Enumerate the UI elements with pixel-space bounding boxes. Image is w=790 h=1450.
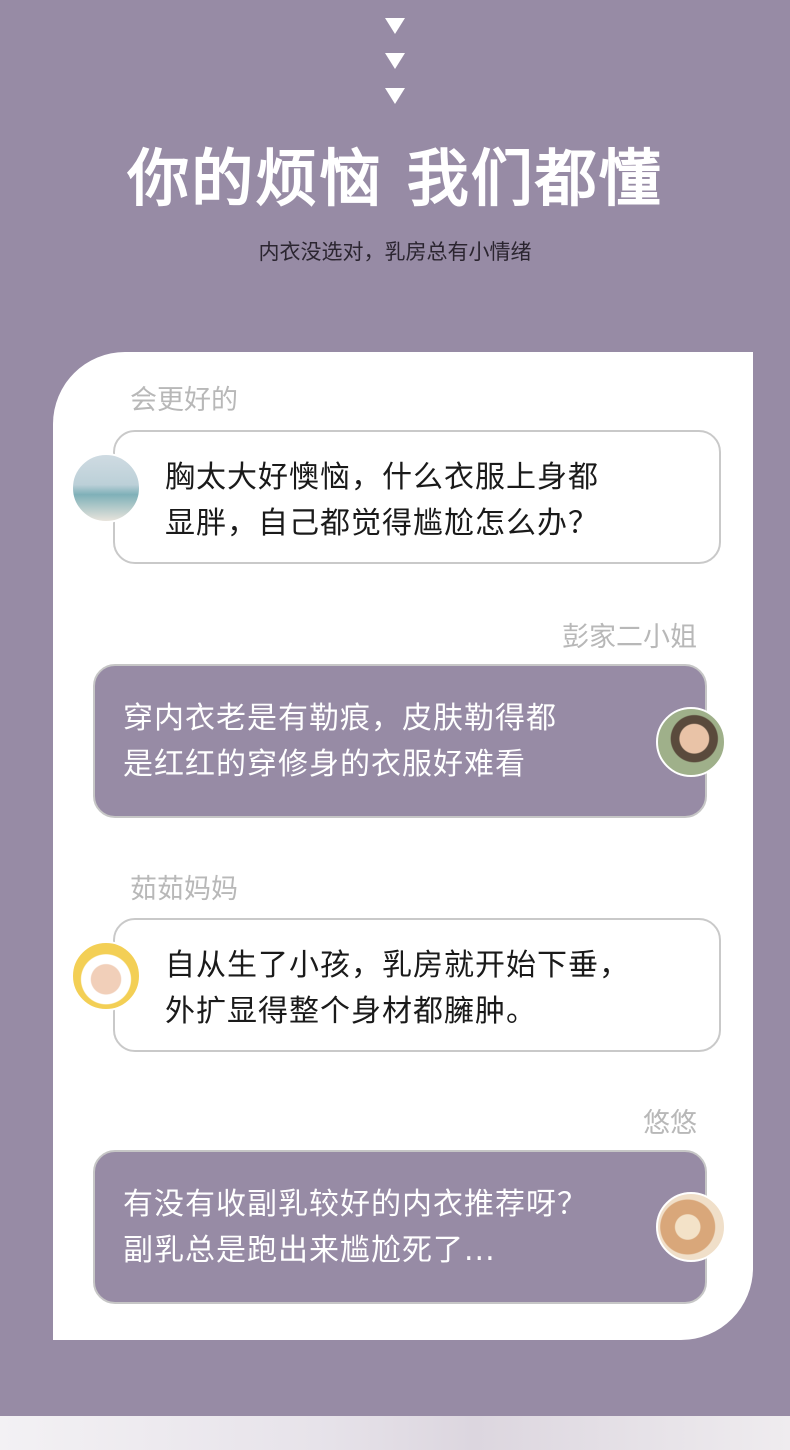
message-line: 自从生了小孩，乳房就开始下垂，	[165, 948, 630, 983]
message-line: 副乳总是跑出来尴尬死了...	[123, 1233, 496, 1268]
user-name: 彭家二小姐	[562, 622, 697, 653]
avatar	[71, 453, 141, 523]
message-line: 外扩显得整个身材都臃肿。	[165, 994, 537, 1029]
message-line: 胸太大好懊恼，什么衣服上身都	[165, 460, 599, 495]
message-line: 是红红的穿修身的衣服好难看	[123, 747, 526, 782]
page-subtitle: 内衣没选对，乳房总有小情绪	[258, 240, 532, 264]
user-name: 会更好的	[130, 385, 238, 416]
avatar	[656, 707, 726, 777]
chat-bubble: 胸太大好懊恼，什么衣服上身都 显胖，自己都觉得尴尬怎么办？	[113, 430, 721, 564]
avatar	[656, 1192, 726, 1262]
chat-bubble: 穿内衣老是有勒痕，皮肤勒得都 是红红的穿修身的衣服好难看	[93, 664, 707, 818]
bottom-image-strip	[0, 1416, 790, 1450]
user-name: 悠悠	[643, 1108, 697, 1139]
chat-bubble: 自从生了小孩，乳房就开始下垂， 外扩显得整个身材都臃肿。	[113, 918, 721, 1052]
down-arrow-icon	[385, 53, 405, 69]
page-title: 你的烦恼 我们都懂	[127, 142, 663, 215]
user-name: 茹茹妈妈	[130, 874, 238, 905]
chat-card: 会更好的 胸太大好懊恼，什么衣服上身都 显胖，自己都觉得尴尬怎么办？ 彭家二小姐…	[53, 352, 753, 1340]
down-arrow-icon	[385, 18, 405, 34]
message-line: 穿内衣老是有勒痕，皮肤勒得都	[123, 701, 557, 736]
avatar	[71, 941, 141, 1011]
message-line: 显胖，自己都觉得尴尬怎么办？	[165, 506, 599, 541]
down-arrow-icon	[385, 88, 405, 104]
message-line: 有没有收副乳较好的内衣推荐呀？	[123, 1187, 588, 1222]
chat-bubble: 有没有收副乳较好的内衣推荐呀？ 副乳总是跑出来尴尬死了...	[93, 1150, 707, 1304]
